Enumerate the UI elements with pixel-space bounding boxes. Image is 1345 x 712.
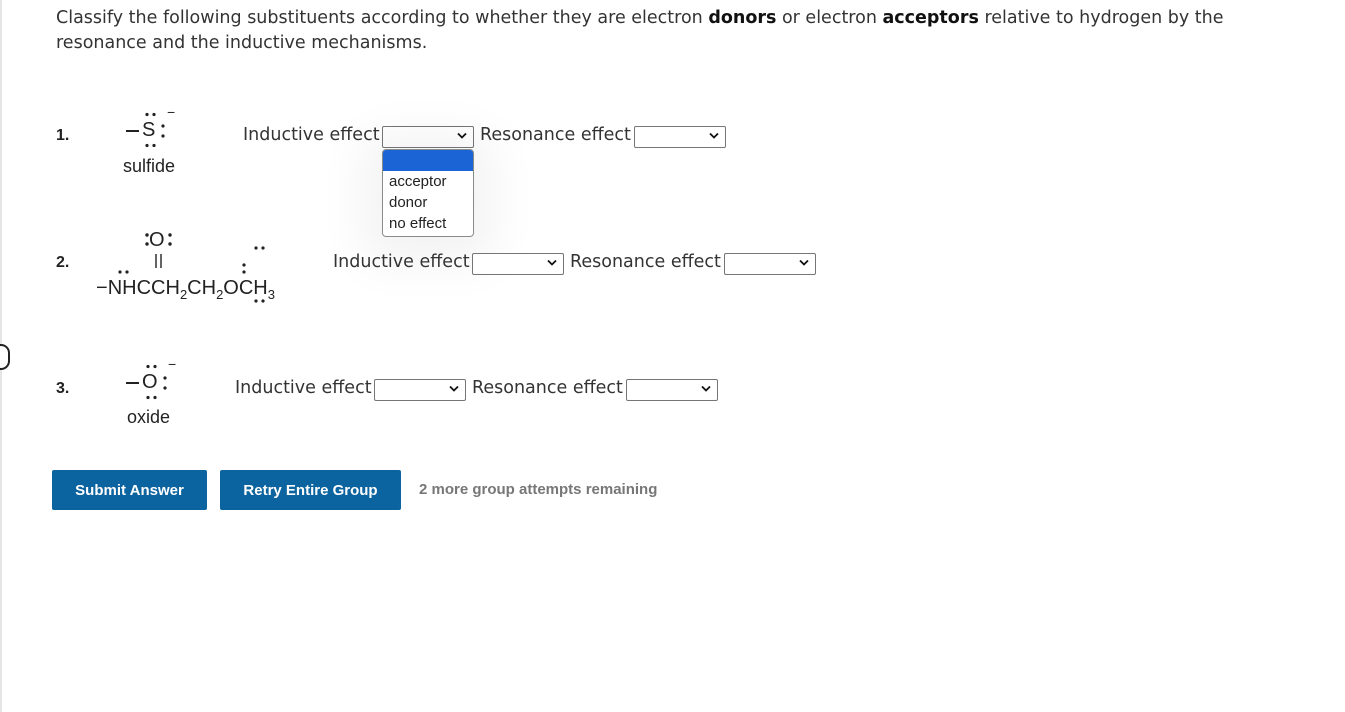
methylene-group: CH: [187, 277, 217, 299]
carbonyl-oxygen: O: [149, 229, 165, 251]
sulfide-structure: S −: [124, 104, 194, 153]
item-2-resonance-select[interactable]: [724, 253, 816, 275]
subscript: 3: [267, 287, 275, 302]
chevron-down-icon: [457, 132, 467, 139]
side-handle[interactable]: [0, 344, 10, 370]
carbonyl-carbon: C: [136, 277, 152, 299]
lone-pair-dot: [254, 246, 258, 250]
lone-pair-dot: [163, 376, 167, 380]
sulfur-atom: S: [142, 119, 156, 141]
lone-pair-dot: [145, 112, 149, 117]
chevron-down-icon: [709, 132, 719, 139]
chevron-down-icon: [449, 385, 459, 392]
lone-pair-dot: [145, 143, 149, 148]
item-1-caption: sulfide: [123, 156, 176, 176]
lone-pair-dot: [242, 263, 246, 267]
lone-pair-dot: [118, 270, 122, 274]
lone-pair-dot: [161, 124, 165, 128]
item-3-inductive-label: Inductive effect: [235, 378, 372, 398]
question-prompt: Classify the following substituents acco…: [56, 6, 1316, 56]
retry-entire-group-button[interactable]: Retry Entire Group: [220, 470, 401, 510]
oxygen-atom: O: [142, 371, 158, 393]
item-1-number: 1.: [56, 127, 70, 144]
lone-pair-dot: [163, 386, 167, 390]
amide-structure: O −NHCCH2CH2OCH3: [96, 228, 311, 308]
item-3-inductive-select[interactable]: [374, 379, 466, 401]
item-2-number: 2.: [56, 254, 70, 271]
methyl-group: CH: [238, 277, 268, 299]
oxide-bond-diagram: [126, 364, 167, 400]
ether-oxygen: O: [223, 277, 239, 299]
item-2-resonance-label: Resonance effect: [570, 252, 721, 272]
methylene-group: CH: [151, 277, 180, 299]
dropdown-option-blank[interactable]: [383, 150, 473, 171]
item-1-resonance-label: Resonance effect: [480, 125, 631, 145]
nitrogen-atom: N: [107, 277, 123, 299]
item-1-inductive-label: Inductive effect: [243, 125, 380, 145]
lone-pair-dot: [125, 270, 129, 274]
question-text: Classify the following substituents acco…: [56, 8, 709, 28]
lone-pair-dot: [153, 364, 157, 369]
item-3-resonance-select[interactable]: [626, 379, 718, 401]
question-text: or electron: [776, 8, 883, 28]
question-keyword-donors: donors: [708, 8, 777, 28]
lone-pair-dot: [146, 364, 150, 369]
item-1-resonance-select[interactable]: [634, 126, 726, 148]
lone-pair-dot: [242, 270, 246, 274]
dropdown-option-donor[interactable]: donor: [383, 192, 473, 213]
lone-pair-dot: [152, 112, 156, 117]
lone-pair-dot: [168, 233, 172, 237]
item-1-inductive-select[interactable]: [382, 126, 474, 148]
sulfide-bond-diagram: [126, 112, 165, 148]
lone-pair-dot: [146, 395, 150, 400]
amide-formula: −NHCCH2CH2OCH3: [96, 276, 275, 307]
chevron-down-icon: [701, 385, 711, 392]
chevron-down-icon: [547, 259, 557, 266]
item-2-inductive-select[interactable]: [472, 253, 564, 275]
item-3-caption: oxide: [127, 407, 171, 427]
lone-pair-dot: [168, 242, 172, 246]
chevron-down-icon: [799, 259, 809, 266]
submit-answer-button[interactable]: Submit Answer: [52, 470, 207, 510]
lone-pair-dot: [161, 134, 165, 138]
negative-charge: −: [167, 104, 176, 120]
dropdown-option-acceptor[interactable]: acceptor: [383, 171, 473, 192]
item-3-resonance-label: Resonance effect: [472, 378, 623, 398]
item-2-inductive-label: Inductive effect: [333, 252, 470, 272]
item-3-number: 3.: [56, 380, 70, 397]
negative-charge: −: [168, 356, 177, 372]
lone-pair-dot: [152, 143, 156, 148]
oxide-structure: O −: [124, 356, 194, 405]
attempts-remaining-text: 2 more group attempts remaining: [419, 481, 658, 498]
lone-pair-dot: [261, 246, 265, 250]
bond-dash: −: [96, 277, 108, 299]
hydrogen-atom: H: [122, 277, 137, 299]
inductive-dropdown-list[interactable]: acceptor donor no effect: [382, 149, 474, 237]
lone-pair-dot: [153, 395, 157, 400]
question-keyword-acceptors: acceptors: [882, 8, 979, 28]
dropdown-option-no-effect[interactable]: no effect: [383, 213, 473, 234]
